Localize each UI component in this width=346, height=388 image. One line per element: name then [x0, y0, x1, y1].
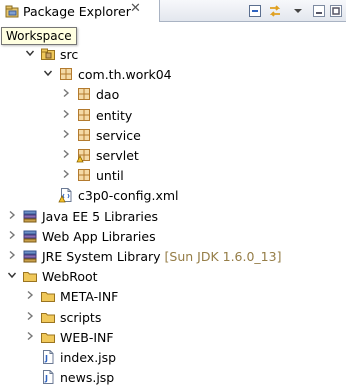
- tree-item-label: JRE System Library [Sun JDK 1.6.0_13]: [42, 249, 282, 264]
- tree-item-label: Java EE 5 Libraries: [42, 208, 159, 224]
- collapsed-arrow-icon[interactable]: [61, 109, 71, 119]
- folder-icon: [41, 332, 55, 343]
- tree-item-label: WEB-INF: [60, 329, 114, 345]
- collapsed-arrow-icon[interactable]: [61, 169, 71, 179]
- project-tree: src com.th.work04 dao entity service servlet u…: [0, 22, 346, 388]
- collapse-all-icon[interactable]: [247, 3, 263, 19]
- tree-item-dao[interactable]: dao: [0, 84, 346, 104]
- collapsed-arrow-icon[interactable]: [61, 88, 71, 98]
- tree-item-entity[interactable]: entity: [0, 105, 346, 125]
- tree-item-scripts[interactable]: scripts: [0, 307, 346, 327]
- tree-item-label: src: [60, 47, 79, 62]
- package-icon: [78, 128, 90, 141]
- package-explorer-icon: [5, 5, 19, 18]
- package-warning-icon: [76, 149, 90, 163]
- tree-item-label: servlet: [96, 148, 139, 163]
- source-folder-icon: [41, 48, 55, 60]
- folder-icon: [41, 312, 55, 323]
- tree-item-jre-system-library[interactable]: JRE System Library [Sun JDK 1.6.0_13]: [0, 246, 346, 266]
- tree-item-com-th-work04[interactable]: com.th.work04: [0, 64, 346, 84]
- collapsed-arrow-icon[interactable]: [25, 311, 35, 321]
- tree-item-service[interactable]: service: [0, 125, 346, 145]
- view-header: Package Explorer ✕: [0, 0, 346, 22]
- tree-item-label: Web App Libraries: [42, 228, 156, 244]
- tree-item-label: news.jsp: [60, 370, 115, 386]
- view-title: Package Explorer: [23, 4, 131, 19]
- close-icon[interactable]: ✕: [130, 1, 141, 16]
- tree-item-src[interactable]: src: [0, 44, 346, 64]
- tree-item-label: entity: [96, 107, 133, 123]
- view-menu-icon[interactable]: [290, 3, 306, 19]
- workspace-tooltip: Workspace: [1, 27, 77, 45]
- maximize-icon[interactable]: [328, 3, 344, 19]
- svg-text:J: J: [44, 374, 48, 383]
- tree-item-web-inf[interactable]: WEB-INF: [0, 327, 346, 347]
- expanded-arrow-icon[interactable]: [25, 48, 35, 58]
- collapsed-arrow-icon[interactable]: [7, 250, 17, 260]
- tree-item-label: WebRoot: [42, 269, 98, 285]
- library-icon: [23, 250, 37, 263]
- tree-item-meta-inf[interactable]: META-INF: [0, 286, 346, 306]
- minimize-icon[interactable]: [311, 3, 327, 19]
- xml-file-warning-icon: [58, 188, 72, 203]
- library-icon: [23, 210, 37, 223]
- tree-item-c3p0-config-xml[interactable]: c3p0-config.xml: [0, 185, 346, 205]
- package-icon: [78, 108, 90, 121]
- tree-item-label: com.th.work04: [78, 67, 172, 83]
- tree-item-index-jsp[interactable]: Jindex.jsp: [0, 347, 346, 367]
- expanded-arrow-icon[interactable]: [43, 68, 53, 78]
- folder-icon: [41, 292, 55, 303]
- tree-item-label: c3p0-config.xml: [78, 188, 179, 204]
- svg-text:J: J: [44, 354, 48, 363]
- collapsed-arrow-icon[interactable]: [7, 210, 17, 220]
- tree-item-label: META-INF: [60, 289, 119, 305]
- tree-item-label: service: [96, 127, 141, 143]
- collapsed-arrow-icon[interactable]: [25, 290, 35, 300]
- expanded-arrow-icon[interactable]: [7, 270, 17, 280]
- jsp-file-icon: J: [43, 370, 54, 385]
- tree-item-label: until: [96, 168, 124, 184]
- tree-item-label: dao: [96, 87, 120, 103]
- tree-item-news-jsp[interactable]: Jnews.jsp: [0, 367, 346, 387]
- package-icon: [60, 68, 72, 81]
- tree-item-servlet[interactable]: servlet: [0, 145, 346, 165]
- collapsed-arrow-icon[interactable]: [25, 331, 35, 341]
- collapsed-arrow-icon[interactable]: [7, 230, 17, 240]
- folder-icon: [23, 272, 37, 283]
- tree-item-label: scripts: [60, 309, 102, 325]
- tree-item-web-app-libraries[interactable]: Web App Libraries: [0, 226, 346, 246]
- package-icon: [78, 88, 90, 101]
- tree-item-until[interactable]: until: [0, 165, 346, 185]
- tree-item-webroot[interactable]: WebRoot: [0, 266, 346, 286]
- collapsed-arrow-icon[interactable]: [61, 149, 71, 159]
- tree-item-decoration: [Sun JDK 1.6.0_13]: [160, 249, 282, 264]
- jsp-file-icon: J: [43, 350, 54, 364]
- package-explorer-tab[interactable]: Package Explorer ✕: [0, 0, 160, 22]
- library-icon: [23, 230, 37, 243]
- collapsed-arrow-icon[interactable]: [61, 129, 71, 139]
- tree-item-java-ee-5-libraries[interactable]: Java EE 5 Libraries: [0, 206, 346, 226]
- tree-item-label: index.jsp: [60, 350, 117, 365]
- package-icon: [78, 169, 90, 182]
- link-with-editor-icon[interactable]: [267, 3, 283, 19]
